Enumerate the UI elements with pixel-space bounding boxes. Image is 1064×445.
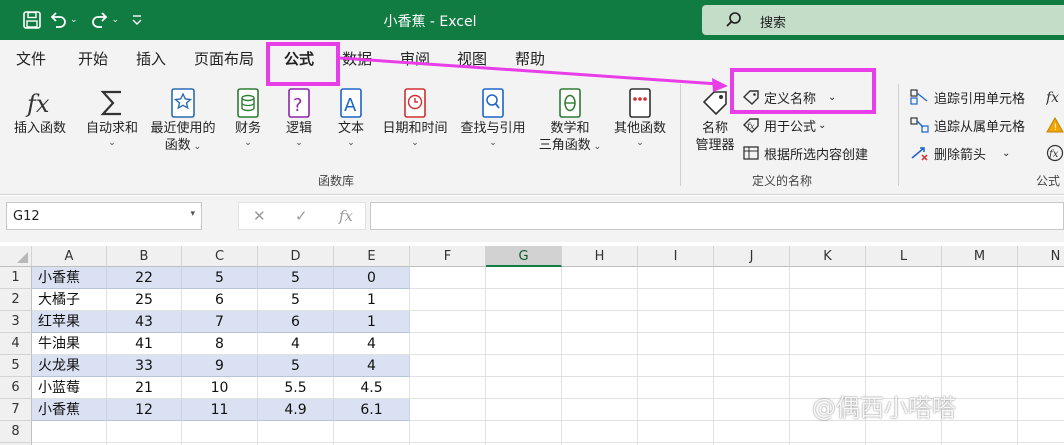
watermark: @偶西小嗒嗒 bbox=[812, 394, 956, 422]
annotation-arrow bbox=[339, 56, 728, 92]
